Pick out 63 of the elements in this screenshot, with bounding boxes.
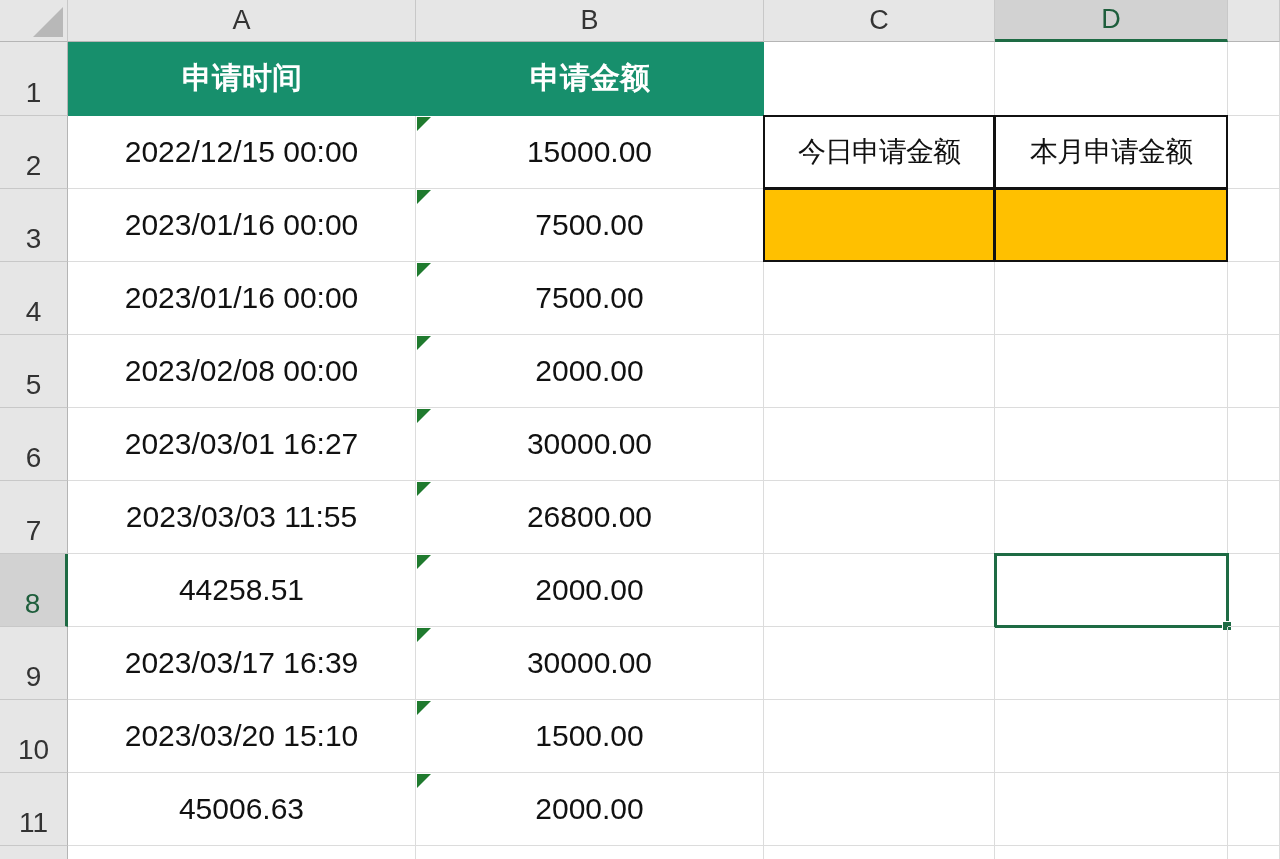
empty-cell[interactable]	[764, 627, 995, 700]
table-cell: 2023/03/03 11:55	[68, 481, 416, 554]
empty-cell[interactable]	[764, 700, 995, 773]
row-header[interactable]: 3	[0, 189, 68, 262]
empty-cell[interactable]	[1228, 335, 1280, 408]
table-cell: 26800.00	[416, 481, 764, 554]
row-header[interactable]: 4	[0, 262, 68, 335]
row-header[interactable]: 8	[0, 554, 68, 627]
table-cell: 7500.00	[416, 262, 764, 335]
table-cell: 2023/01/16 00:00	[68, 189, 416, 262]
empty-cell[interactable]	[995, 627, 1228, 700]
row-header[interactable]: 1	[0, 42, 68, 116]
table-cell: 2000.00	[416, 773, 764, 846]
empty-cell[interactable]	[995, 262, 1228, 335]
table-cell: 2023/03/20 15:10	[68, 700, 416, 773]
column-title: 申请时间	[68, 42, 416, 116]
empty-cell[interactable]	[1228, 627, 1280, 700]
table-cell: 45006.63	[68, 773, 416, 846]
table-cell: 1500.00	[416, 700, 764, 773]
select-all-icon[interactable]	[33, 7, 63, 37]
row-header[interactable]: 11	[0, 773, 68, 846]
row-header[interactable]: 9	[0, 627, 68, 700]
empty-cell[interactable]	[995, 408, 1228, 481]
row-header[interactable]: 5	[0, 335, 68, 408]
empty-cell[interactable]	[995, 773, 1228, 846]
empty-cell[interactable]	[764, 262, 995, 335]
empty-cell[interactable]	[1228, 408, 1280, 481]
table-cell: 30000.00	[416, 627, 764, 700]
table-cell: 44258.51	[68, 554, 416, 627]
row-header[interactable]: 6	[0, 408, 68, 481]
empty-cell[interactable]	[995, 700, 1228, 773]
table-cell: 2023/03/17 16:39	[68, 627, 416, 700]
row-header[interactable]: 10	[0, 700, 68, 773]
empty-cell[interactable]	[1228, 700, 1280, 773]
table-cell: 2023/03/01 16:27	[68, 408, 416, 481]
highlighted-cell[interactable]	[994, 188, 1228, 262]
table-cell: 30000.00	[416, 408, 764, 481]
empty-cell[interactable]	[764, 481, 995, 554]
column-header[interactable]: A	[68, 0, 416, 42]
column-header[interactable]: C	[764, 0, 995, 42]
empty-cell[interactable]	[1228, 481, 1280, 554]
column-header[interactable]: D	[995, 0, 1228, 42]
empty-cell[interactable]	[1228, 189, 1280, 262]
column-header[interactable]: B	[416, 0, 764, 42]
row-header[interactable]: 2	[0, 116, 68, 189]
empty-cell[interactable]	[1228, 262, 1280, 335]
row-header[interactable]: 7	[0, 481, 68, 554]
empty-cell[interactable]	[764, 773, 995, 846]
column-header[interactable]	[1228, 0, 1280, 42]
empty-cell[interactable]	[1228, 554, 1280, 627]
table-cell: 2023/02/08 00:00	[68, 335, 416, 408]
empty-cell[interactable]	[1228, 116, 1280, 189]
empty-cell[interactable]	[995, 335, 1228, 408]
highlighted-cell[interactable]	[763, 188, 995, 262]
table-cell: 2000.00	[416, 554, 764, 627]
table-cell: 2022/12/15 00:00	[68, 116, 416, 189]
empty-cell[interactable]	[1228, 773, 1280, 846]
table-cell: 2023/01/16 00:00	[68, 262, 416, 335]
empty-cell[interactable]	[764, 408, 995, 481]
table-cell: 2000.00	[416, 335, 764, 408]
empty-cell[interactable]	[764, 335, 995, 408]
table-cell: 15000.00	[416, 116, 764, 189]
column-title: 申请金额	[416, 42, 764, 116]
